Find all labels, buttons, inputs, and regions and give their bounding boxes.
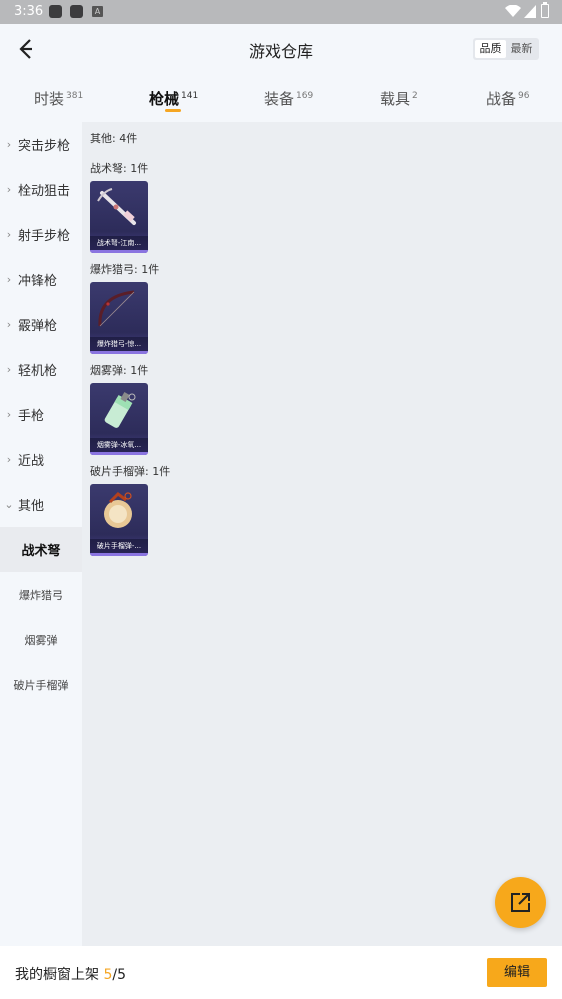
sidebar-item-label: 射手步枪 bbox=[18, 229, 71, 244]
sidebar-item-pistol[interactable]: › 手枪 bbox=[0, 392, 82, 437]
sort-quality-option[interactable]: 品质 bbox=[475, 40, 506, 58]
crossbow-icon bbox=[97, 188, 136, 225]
tab-battle-prep[interactable]: 战备 96 bbox=[486, 88, 529, 109]
tab-count: 96 bbox=[518, 91, 530, 101]
sidebar-item-label: 轻机枪 bbox=[18, 364, 58, 379]
item-label: 破片手榴弹-... bbox=[90, 539, 148, 553]
rarity-bar bbox=[90, 351, 148, 354]
tab-label: 枪械 bbox=[149, 90, 180, 108]
rarity-bar bbox=[90, 250, 148, 253]
sidebar-subitem-tactical-crossbow[interactable]: 战术弩 bbox=[0, 527, 82, 572]
group-heading: 破片手榴弹: 1件 bbox=[90, 465, 171, 478]
tab-count: 381 bbox=[66, 91, 84, 101]
item-label: 战术弩-江南... bbox=[90, 236, 148, 250]
item-list: 其他: 4件 战术弩: 1件 战术弩-江南... 爆炸猎弓: 1件 爆炸猎弓-惊… bbox=[82, 122, 562, 946]
sidebar-item-label: 其他 bbox=[18, 499, 45, 514]
item-label: 烟雾弹-冰氧... bbox=[90, 438, 148, 452]
tab-label: 装备 bbox=[264, 90, 295, 108]
tab-indicator bbox=[165, 109, 181, 112]
sidebar-item-smg[interactable]: › 冲锋枪 bbox=[0, 257, 82, 302]
notification-icon bbox=[70, 5, 83, 18]
chevron-right-icon: › bbox=[6, 183, 12, 196]
share-button[interactable] bbox=[495, 877, 546, 928]
sidebar-item-other[interactable]: ⌄ 其他 bbox=[0, 482, 82, 527]
tab-label: 时装 bbox=[34, 90, 65, 108]
chevron-right-icon: › bbox=[6, 363, 12, 376]
tab-count: 2 bbox=[412, 91, 418, 101]
battery-icon bbox=[541, 2, 549, 18]
tab-count: 169 bbox=[296, 91, 314, 101]
tab-equipment[interactable]: 装备 169 bbox=[264, 88, 313, 109]
sidebar-item-melee[interactable]: › 近战 bbox=[0, 437, 82, 482]
sidebar-item-label: 手枪 bbox=[18, 409, 45, 424]
sidebar-item-label: 近战 bbox=[18, 454, 45, 469]
showcase-status: 我的橱窗上架 5/5 bbox=[15, 964, 126, 984]
wifi-icon bbox=[505, 5, 521, 17]
sidebar-item-shotgun[interactable]: › 霰弹枪 bbox=[0, 302, 82, 347]
chevron-right-icon: › bbox=[6, 408, 12, 421]
bottom-bar: 我的橱窗上架 5/5 编辑 bbox=[0, 946, 562, 999]
rarity-bar bbox=[90, 553, 148, 556]
sidebar-item-label: 突击步枪 bbox=[18, 139, 71, 154]
signal-icon bbox=[524, 5, 536, 18]
chevron-right-icon: › bbox=[6, 138, 12, 151]
chevron-right-icon: › bbox=[6, 318, 12, 331]
status-time: 3:36 bbox=[14, 4, 44, 19]
bow-icon bbox=[98, 290, 135, 327]
tab-label: 载具 bbox=[380, 90, 411, 108]
app-header: 游戏仓库 品质 最新 bbox=[0, 24, 562, 74]
item-label: 爆炸猎弓-惊... bbox=[90, 337, 148, 351]
notification-icon bbox=[49, 5, 62, 18]
sidebar: › 突击步枪 › 栓动狙击 › 射手步枪 › 冲锋枪 › 霰弹枪 › 轻机枪 › 手枪 › 近战… bbox=[0, 122, 82, 946]
chevron-down-icon: ⌄ bbox=[4, 498, 14, 511]
tab-firearms[interactable]: 枪械 141 bbox=[149, 88, 198, 109]
sidebar-item-marksman-rifle[interactable]: › 射手步枪 bbox=[0, 212, 82, 257]
group-heading: 战术弩: 1件 bbox=[90, 162, 149, 175]
tab-label: 战备 bbox=[486, 90, 517, 108]
summary-count: 其他: 4件 bbox=[90, 132, 138, 145]
rarity-bar bbox=[90, 452, 148, 455]
sort-toggle: 品质 最新 bbox=[473, 38, 539, 60]
item-card[interactable]: 爆炸猎弓-惊... bbox=[90, 282, 148, 354]
item-card[interactable]: 战术弩-江南... bbox=[90, 181, 148, 253]
chevron-right-icon: › bbox=[6, 453, 12, 466]
group-heading: 烟雾弹: 1件 bbox=[90, 364, 149, 377]
item-card[interactable]: 烟雾弹-冰氧... bbox=[90, 383, 148, 455]
sort-newest-option[interactable]: 最新 bbox=[506, 40, 537, 58]
chevron-right-icon: › bbox=[6, 228, 12, 241]
notification-icon: A bbox=[92, 6, 103, 17]
tab-fashion[interactable]: 时装 381 bbox=[34, 88, 83, 109]
sidebar-item-assault-rifle[interactable]: › 突击步枪 bbox=[0, 122, 82, 167]
showcase-total: 5 bbox=[117, 967, 127, 983]
category-tabs: 时装 381 枪械 141 装备 169 载具 2 战备 96 bbox=[0, 74, 562, 122]
sidebar-subitem-smoke-grenade[interactable]: 烟雾弹 bbox=[0, 617, 82, 662]
tab-vehicles[interactable]: 载具 2 bbox=[380, 88, 418, 109]
edit-button[interactable]: 编辑 bbox=[487, 958, 547, 987]
status-bar: 3:36 A bbox=[0, 0, 562, 24]
tab-count: 141 bbox=[181, 91, 199, 101]
chevron-right-icon: › bbox=[6, 273, 12, 286]
item-card[interactable]: 破片手榴弹-... bbox=[90, 484, 148, 556]
sidebar-item-label: 冲锋枪 bbox=[18, 274, 58, 289]
external-link-icon bbox=[511, 893, 530, 912]
sidebar-subitem-frag-grenade[interactable]: 破片手榴弹 bbox=[0, 662, 82, 707]
showcase-label: 我的橱窗上架 bbox=[15, 967, 104, 983]
frag-grenade-icon bbox=[104, 492, 132, 528]
sidebar-item-label: 霰弹枪 bbox=[18, 319, 58, 334]
sidebar-item-label: 栓动狙击 bbox=[18, 184, 71, 199]
sidebar-item-bolt-sniper[interactable]: › 栓动狙击 bbox=[0, 167, 82, 212]
sidebar-item-lmg[interactable]: › 轻机枪 bbox=[0, 347, 82, 392]
group-heading: 爆炸猎弓: 1件 bbox=[90, 263, 160, 276]
smoke-grenade-icon bbox=[104, 392, 136, 428]
sidebar-subitem-explosive-bow[interactable]: 爆炸猎弓 bbox=[0, 572, 82, 617]
